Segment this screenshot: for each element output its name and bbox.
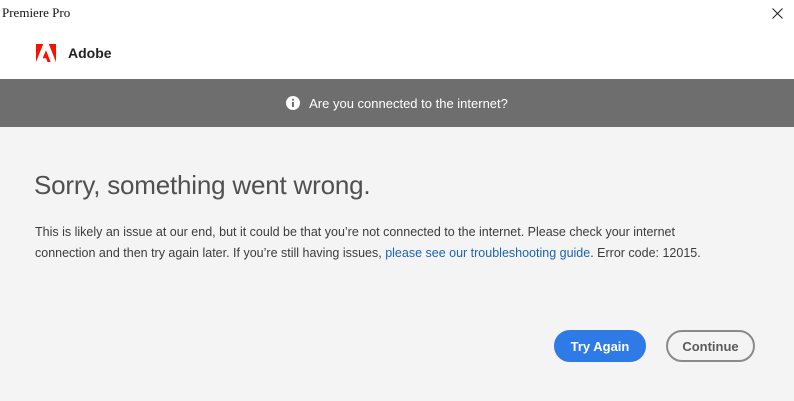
dialog-window: Premiere Pro Adobe Are you connected to …	[0, 0, 794, 401]
brand-name: Adobe	[68, 45, 112, 61]
info-icon	[286, 96, 301, 110]
troubleshooting-link[interactable]: please see our troubleshooting guide	[385, 246, 590, 260]
continue-button[interactable]: Continue	[666, 330, 755, 362]
error-code-text: . Error code: 12015.	[590, 246, 701, 260]
title-bar: Premiere Pro	[0, 0, 794, 26]
close-icon	[771, 7, 783, 19]
error-content: Sorry, something went wrong. This is lik…	[0, 127, 794, 401]
brand-header: Adobe	[0, 26, 794, 79]
error-description: This is likely an issue at our end, but …	[35, 222, 735, 264]
connection-banner: Are you connected to the internet?	[0, 79, 794, 127]
adobe-logo-icon	[36, 44, 56, 62]
try-again-button[interactable]: Try Again	[554, 330, 646, 362]
close-button[interactable]	[766, 2, 788, 24]
window-title: Premiere Pro	[2, 5, 71, 20]
error-heading: Sorry, something went wrong.	[34, 170, 371, 200]
banner-message: Are you connected to the internet?	[309, 95, 508, 111]
